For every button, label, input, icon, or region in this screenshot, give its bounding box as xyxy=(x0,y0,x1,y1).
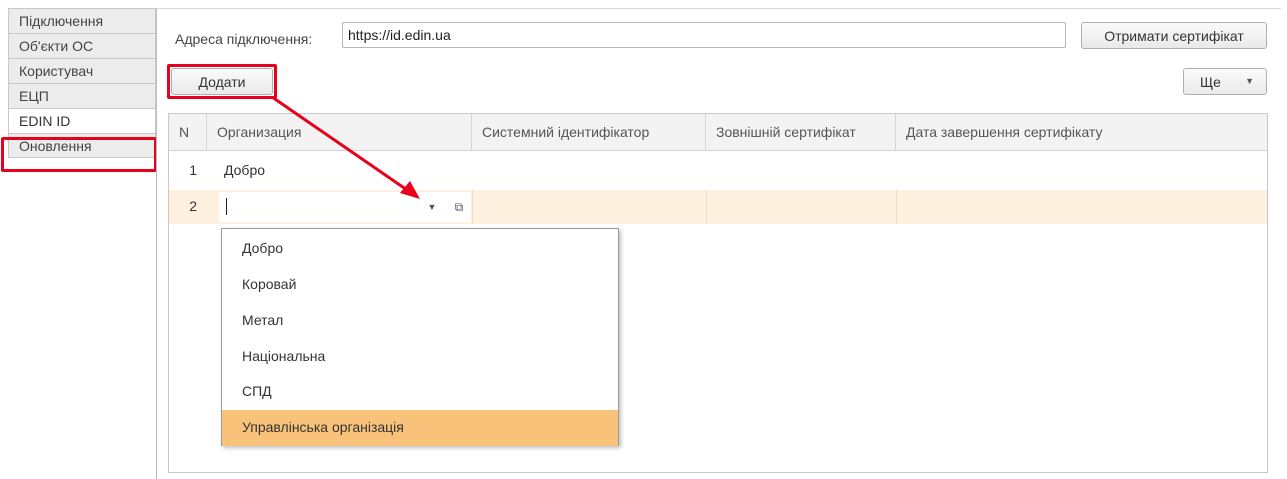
more-button-label: Ще xyxy=(1200,74,1221,90)
connection-address-input[interactable]: https://id.edin.ua xyxy=(342,22,1066,48)
add-button-highlight-frame xyxy=(167,64,277,99)
row-number: 2 xyxy=(189,198,197,214)
settings-nav: Підключення Об'єкти ОС Користувач ЕЦП ED… xyxy=(8,8,156,158)
dropdown-arrow-icon[interactable]: ▼ xyxy=(422,192,442,222)
dropdown-option[interactable]: Метал xyxy=(222,303,618,339)
dropdown-option[interactable]: СПД xyxy=(222,374,618,410)
text-cursor xyxy=(226,198,227,215)
column-separator xyxy=(472,190,473,224)
organization-dropdown: Добро Коровай Метал Національна СПД Упра… xyxy=(221,228,619,446)
dropdown-option[interactable]: Національна xyxy=(222,339,618,375)
nav-item-edin-id[interactable]: EDIN ID xyxy=(8,108,156,133)
column-header-n[interactable]: N xyxy=(169,114,207,150)
more-button[interactable]: Ще ▼ xyxy=(1183,68,1267,95)
table-row[interactable]: 1 Добро xyxy=(169,154,1267,188)
get-certificate-button[interactable]: Отримати сертифікат xyxy=(1081,22,1267,49)
nav-item-user[interactable]: Користувач xyxy=(8,58,156,83)
nav-item-os-objects[interactable]: Об'єкти ОС xyxy=(8,33,156,58)
connection-address-label: Адреса підключення: xyxy=(175,31,313,47)
nav-item-connection[interactable]: Підключення xyxy=(8,8,156,33)
table-header: N Организация Системний ідентифікатор Зо… xyxy=(169,114,1267,151)
dropdown-option-highlighted[interactable]: Управлінська організація xyxy=(222,410,618,446)
organization-cell[interactable]: Добро xyxy=(214,154,472,188)
dropdown-option[interactable]: Коровай xyxy=(222,267,618,303)
chevron-down-icon: ▼ xyxy=(1245,76,1254,86)
column-header-organization[interactable]: Организация xyxy=(207,114,472,150)
open-item-icon[interactable]: ⧉ xyxy=(449,192,469,222)
table-row-selected[interactable]: 2 ▼ ⧉ xyxy=(169,190,1267,224)
dropdown-option[interactable]: Добро xyxy=(222,231,618,267)
column-header-cert-end-date[interactable]: Дата завершення сертифікату xyxy=(896,114,1267,150)
column-separator xyxy=(896,190,897,224)
column-separator xyxy=(706,190,707,224)
column-header-external-cert[interactable]: Зовнішній сертифікат xyxy=(706,114,896,150)
nav-item-digital-signature[interactable]: ЕЦП xyxy=(8,83,156,108)
row-number: 1 xyxy=(189,162,197,178)
column-header-system-id[interactable]: Системний ідентифікатор xyxy=(472,114,706,150)
edin-id-highlight-frame xyxy=(1,137,157,172)
